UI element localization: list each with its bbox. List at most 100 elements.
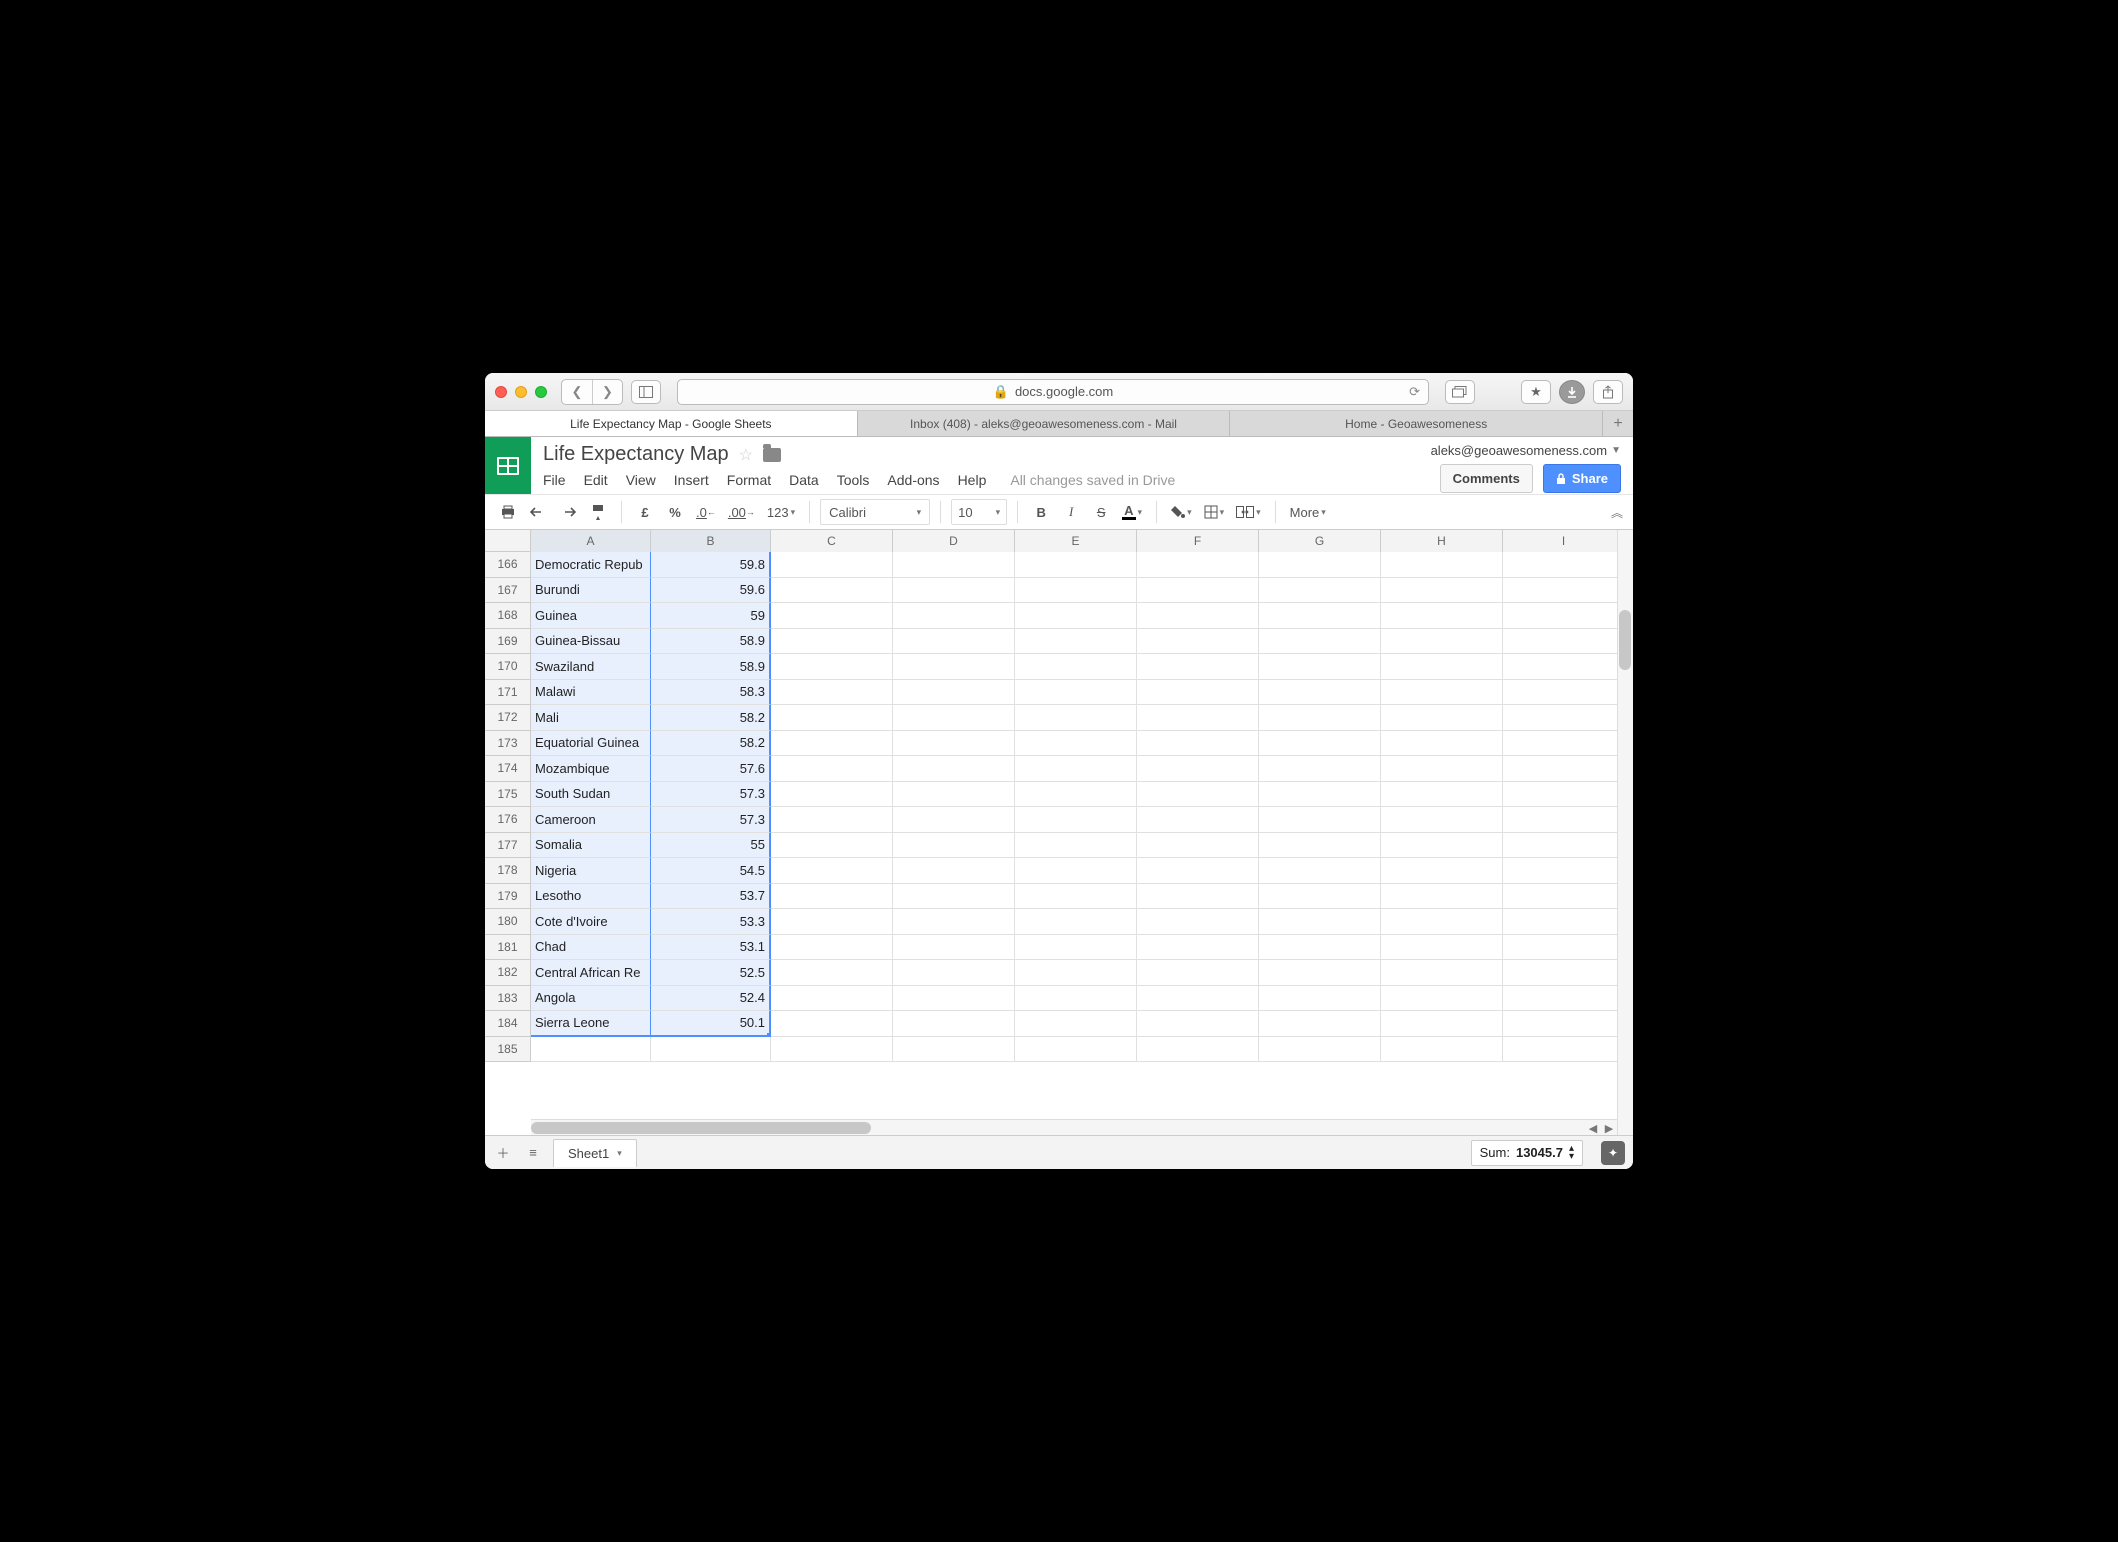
row-header[interactable]: 175 [485,782,531,808]
cell[interactable] [531,1037,651,1063]
cell[interactable] [1015,1037,1137,1063]
browser-tab[interactable]: Inbox (408) - aleks@geoawesomeness.com -… [858,411,1231,436]
cell[interactable] [1381,654,1503,680]
row-header[interactable]: 173 [485,731,531,757]
percent-button[interactable]: % [662,499,688,525]
row-header[interactable]: 172 [485,705,531,731]
back-button[interactable]: ❮ [562,380,592,404]
cell[interactable] [1503,807,1625,833]
font-selector[interactable]: Calibri▾ [820,499,930,525]
cell[interactable]: Mali [531,705,651,731]
show-tabs-button[interactable] [1445,380,1475,404]
cell[interactable] [1259,1011,1381,1037]
cell[interactable] [1503,654,1625,680]
number-format-button[interactable]: 123▾ [763,499,799,525]
bold-button[interactable]: B [1028,499,1054,525]
text-color-button[interactable]: A▾ [1118,499,1146,525]
cell[interactable] [893,731,1015,757]
cell[interactable]: 53.1 [651,935,771,961]
merge-cells-button[interactable]: ▾ [1232,499,1265,525]
col-header-e[interactable]: E [1015,530,1137,552]
cell[interactable]: 58.9 [651,654,771,680]
browser-tab[interactable]: Life Expectancy Map - Google Sheets [485,411,858,436]
cell[interactable] [771,960,893,986]
cell[interactable] [1137,552,1259,578]
all-sheets-button[interactable]: ≡ [523,1143,543,1163]
row-header[interactable]: 168 [485,603,531,629]
cell[interactable] [1137,1037,1259,1063]
cell[interactable] [893,960,1015,986]
redo-icon[interactable] [555,499,581,525]
doc-title[interactable]: Life Expectancy Map [543,443,729,466]
cell[interactable] [1259,935,1381,961]
cell[interactable] [1503,603,1625,629]
cell[interactable] [1015,960,1137,986]
col-header-c[interactable]: C [771,530,893,552]
cell[interactable] [1137,884,1259,910]
cell[interactable]: 55 [651,833,771,859]
account-switcher[interactable]: aleks@geoawesomeness.com ▼ [1431,443,1621,458]
cell[interactable]: Guinea-Bissau [531,629,651,655]
row-header[interactable]: 177 [485,833,531,859]
folder-icon[interactable] [763,448,781,462]
cell[interactable] [1015,884,1137,910]
cell[interactable] [1137,833,1259,859]
cell[interactable] [1381,705,1503,731]
row-header[interactable]: 183 [485,986,531,1012]
cell[interactable] [893,756,1015,782]
cell[interactable]: 59.6 [651,578,771,604]
vertical-scrollbar[interactable] [1617,530,1633,1135]
cell[interactable] [771,756,893,782]
cell[interactable]: 57.3 [651,807,771,833]
cell[interactable] [1381,986,1503,1012]
quicksum-box[interactable]: Sum: 13045.7 ▴▾ [1471,1140,1583,1166]
cell[interactable]: 54.5 [651,858,771,884]
cell[interactable] [1381,680,1503,706]
cell[interactable] [893,986,1015,1012]
cell[interactable] [771,1011,893,1037]
cell[interactable] [1137,756,1259,782]
cell[interactable] [1503,680,1625,706]
cell[interactable] [1015,909,1137,935]
minimize-window-icon[interactable] [515,386,527,398]
sheet-tab[interactable]: Sheet1 ▾ [553,1139,637,1167]
cell[interactable] [1381,629,1503,655]
cell[interactable] [1015,756,1137,782]
cell[interactable] [1503,756,1625,782]
selection-handle[interactable] [767,1033,771,1037]
cell[interactable] [771,909,893,935]
menu-file[interactable]: File [543,472,566,488]
cell[interactable]: Guinea [531,603,651,629]
cell[interactable] [771,884,893,910]
paint-format-icon[interactable] [585,499,611,525]
cell[interactable] [1137,705,1259,731]
scroll-left-icon[interactable]: ◀ [1585,1120,1601,1135]
cell[interactable]: 59.8 [651,552,771,578]
cell[interactable] [1503,578,1625,604]
cell[interactable]: 57.3 [651,782,771,808]
cell[interactable] [1259,858,1381,884]
col-header-d[interactable]: D [893,530,1015,552]
cell[interactable] [1503,909,1625,935]
cell[interactable] [1259,756,1381,782]
cell[interactable] [893,629,1015,655]
menu-insert[interactable]: Insert [674,472,709,488]
cell[interactable] [1015,935,1137,961]
col-header-b[interactable]: B [651,530,771,552]
more-button[interactable]: More▾ [1286,499,1330,525]
cell[interactable] [1381,909,1503,935]
cell[interactable] [1015,833,1137,859]
cell[interactable]: 58.3 [651,680,771,706]
row-header[interactable]: 176 [485,807,531,833]
cell[interactable] [893,782,1015,808]
cell[interactable] [893,603,1015,629]
cell[interactable] [1503,705,1625,731]
cell[interactable] [1381,731,1503,757]
cell[interactable] [1137,578,1259,604]
cell[interactable] [1381,578,1503,604]
cell[interactable] [1137,731,1259,757]
share-os-button[interactable] [1593,380,1623,404]
cell[interactable] [771,935,893,961]
cell[interactable]: 50.1 [651,1011,771,1037]
cell[interactable] [1015,578,1137,604]
